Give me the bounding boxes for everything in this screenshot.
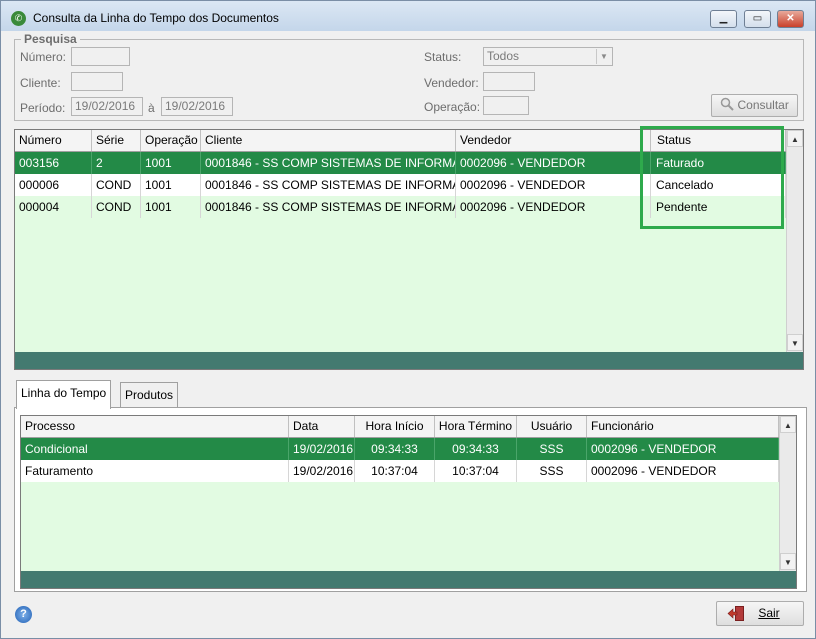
cell-cliente: 0001846 - SS COMP SISTEMAS DE INFORMATIC… — [201, 174, 456, 196]
operacao-label: Operação: — [424, 100, 481, 114]
cell-processo: Condicional — [21, 438, 289, 460]
col-serie-header[interactable]: Série — [92, 130, 141, 151]
status-select[interactable]: Todos ▼ — [483, 47, 613, 66]
periodo-end-field[interactable]: 19/02/2016 — [161, 97, 233, 116]
col-processo-header[interactable]: Processo — [21, 416, 289, 437]
timeline-tab-panel: Processo Data Hora Início Hora Término U… — [14, 407, 807, 592]
cell-vendedor: 0002096 - VENDEDOR — [456, 152, 651, 174]
sair-label: Sair — [758, 606, 780, 620]
col-data-header[interactable]: Data — [289, 416, 355, 437]
vendedor-label: Vendedor: — [424, 76, 479, 90]
periodo-label: Período: — [20, 101, 66, 115]
cell-operacao: 1001 — [141, 196, 201, 218]
cell-data: 19/02/2016 — [289, 460, 355, 482]
timeline-scrollbar[interactable]: ▲ ▼ — [779, 416, 796, 571]
cell-hora-inicio: 09:34:33 — [355, 438, 435, 460]
col-vendedor-header[interactable]: Vendedor — [456, 130, 651, 151]
sair-button[interactable]: Sair — [716, 601, 804, 626]
table-row[interactable]: Faturamento 19/02/2016 10:37:04 10:37:04… — [21, 460, 779, 482]
numero-field[interactable] — [71, 47, 130, 66]
scroll-down-icon[interactable]: ▼ — [787, 334, 803, 351]
cell-funcionario: 0002096 - VENDEDOR — [587, 460, 779, 482]
cell-operacao: 1001 — [141, 152, 201, 174]
close-button[interactable]: ✕ — [777, 10, 804, 28]
col-cliente-header[interactable]: Cliente — [201, 130, 456, 151]
col-operacao-header[interactable]: Operação — [141, 130, 201, 151]
cell-serie: COND — [92, 174, 141, 196]
cell-operacao: 1001 — [141, 174, 201, 196]
cell-usuario: SSS — [517, 460, 587, 482]
window-title: Consulta da Linha do Tempo dos Documento… — [33, 11, 279, 25]
main-window: ✆ Consulta da Linha do Tempo dos Documen… — [0, 0, 816, 639]
maximize-button[interactable]: ▭ — [744, 10, 771, 28]
vendedor-field[interactable] — [483, 72, 535, 91]
operacao-field[interactable] — [483, 96, 529, 115]
cell-funcionario: 0002096 - VENDEDOR — [587, 438, 779, 460]
app-icon: ✆ — [11, 11, 26, 26]
cell-hora-termino: 10:37:04 — [435, 460, 517, 482]
title-bar[interactable]: ✆ Consulta da Linha do Tempo dos Documen… — [1, 1, 815, 31]
timeline-grid-footer — [21, 571, 796, 588]
scroll-up-icon[interactable]: ▲ — [780, 416, 796, 433]
col-hora-termino-header[interactable]: Hora Término — [435, 416, 517, 437]
status-column-highlight — [640, 126, 784, 229]
col-hora-inicio-header[interactable]: Hora Início — [355, 416, 435, 437]
cell-cliente: 0001846 - SS COMP SISTEMAS DE INFORMATIC… — [201, 152, 456, 174]
col-numero-header[interactable]: Número — [15, 130, 92, 151]
cell-vendedor: 0002096 - VENDEDOR — [456, 196, 651, 218]
col-funcionario-header[interactable]: Funcionário — [587, 416, 779, 437]
documents-grid-footer — [15, 352, 803, 369]
col-usuario-header[interactable]: Usuário — [517, 416, 587, 437]
scroll-down-icon[interactable]: ▼ — [780, 553, 796, 570]
table-row[interactable]: Condicional 19/02/2016 09:34:33 09:34:33… — [21, 438, 779, 460]
help-icon[interactable]: ? — [15, 606, 32, 623]
cliente-label: Cliente: — [20, 76, 61, 90]
search-group-label: Pesquisa — [21, 32, 80, 46]
periodo-start-field[interactable]: 19/02/2016 — [71, 97, 143, 116]
minimize-button[interactable]: ▁ — [710, 10, 737, 28]
status-select-value: Todos — [487, 49, 520, 63]
tab-produtos[interactable]: Produtos — [120, 382, 179, 408]
tab-linha-do-tempo[interactable]: Linha do Tempo — [16, 380, 112, 409]
cell-cliente: 0001846 - SS COMP SISTEMAS DE INFORMATIC… — [201, 196, 456, 218]
timeline-grid[interactable]: Processo Data Hora Início Hora Término U… — [20, 415, 797, 589]
consultar-button[interactable]: Consultar — [711, 94, 798, 117]
scroll-up-icon[interactable]: ▲ — [787, 130, 803, 147]
cell-serie: 2 — [92, 152, 141, 174]
periodo-separator: à — [148, 101, 155, 115]
documents-scrollbar[interactable]: ▲ ▼ — [786, 130, 803, 352]
cell-numero: 000006 — [15, 174, 92, 196]
cell-hora-termino: 09:34:33 — [435, 438, 517, 460]
status-label: Status: — [424, 50, 462, 64]
cell-numero: 003156 — [15, 152, 92, 174]
cell-serie: COND — [92, 196, 141, 218]
timeline-grid-header: Processo Data Hora Início Hora Término U… — [21, 416, 779, 438]
chevron-down-icon[interactable]: ▼ — [596, 49, 611, 64]
numero-label: Número: — [20, 50, 67, 64]
cell-hora-inicio: 10:37:04 — [355, 460, 435, 482]
cell-vendedor: 0002096 - VENDEDOR — [456, 174, 651, 196]
cell-usuario: SSS — [517, 438, 587, 460]
consultar-label: Consultar — [737, 98, 789, 112]
cell-data: 19/02/2016 — [289, 438, 355, 460]
cell-processo: Faturamento — [21, 460, 289, 482]
exit-door-icon — [727, 606, 744, 621]
cliente-field[interactable] — [71, 72, 123, 91]
cell-numero: 000004 — [15, 196, 92, 218]
search-icon — [720, 97, 734, 111]
